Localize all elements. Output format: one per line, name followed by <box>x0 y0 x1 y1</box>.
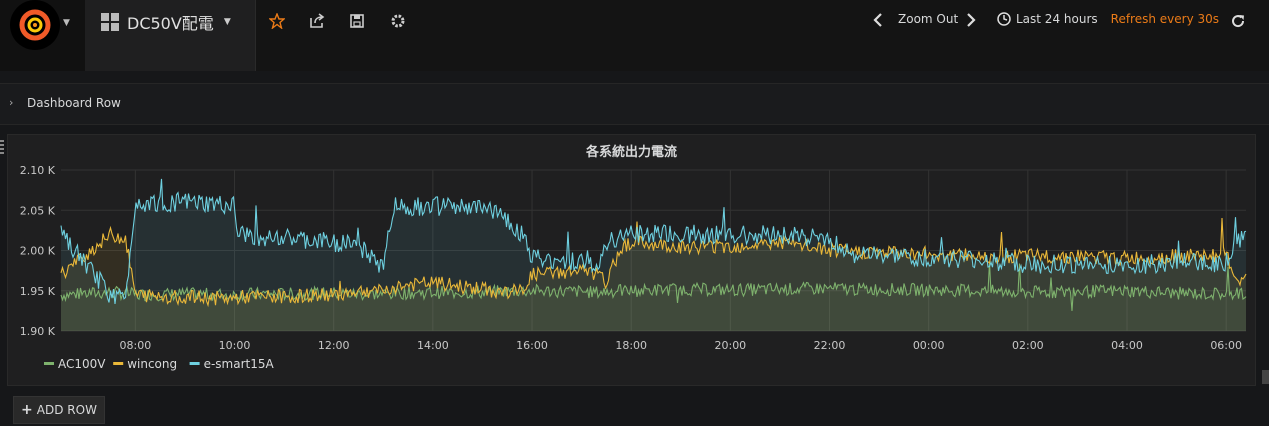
grid-icon <box>101 13 119 31</box>
star-button[interactable] <box>264 10 290 32</box>
chevron-right-icon <box>967 13 976 27</box>
chevron-right-icon: › <box>9 96 14 109</box>
chart-svg: 2.10 K 2.05 K 2.00 K 1.95 K 1.90 K 08:00 10:0… <box>20 164 1247 371</box>
grafana-logo-icon <box>19 9 51 41</box>
x-tick-label: 20:00 <box>714 339 746 352</box>
y-tick-label: 2.10 K <box>20 164 56 177</box>
legend-label: wincong <box>127 357 177 371</box>
top-navbar: ▼ DC50V配電 ▼ Zoom Out Last 24 hours Refre… <box>0 0 1269 71</box>
y-tick-label: 2.00 K <box>20 245 56 258</box>
dashboard-title[interactable]: DC50V配電 ▼ <box>101 10 231 34</box>
clock-icon <box>997 12 1011 26</box>
time-forward-button[interactable] <box>958 9 984 31</box>
chart-legend: AC100V wincong e-smart15A <box>44 357 275 371</box>
settings-button[interactable] <box>385 10 411 32</box>
x-tick-label: 00:00 <box>913 339 945 352</box>
x-tick-label: 22:00 <box>814 339 846 352</box>
zoom-out-label: Zoom Out <box>898 12 959 26</box>
y-tick-label: 1.95 K <box>20 285 56 298</box>
add-row-label: ADD ROW <box>36 403 97 417</box>
gear-icon <box>391 14 405 28</box>
x-tick-label: 16:00 <box>516 339 548 352</box>
legend-swatch <box>113 362 124 365</box>
y-tick-label: 1.90 K <box>20 325 56 338</box>
x-tick-label: 14:00 <box>417 339 449 352</box>
legend-swatch <box>189 362 200 365</box>
row-title: Dashboard Row <box>27 96 121 110</box>
y-tick-label: 2.05 K <box>20 204 56 217</box>
x-tick-label: 02:00 <box>1012 339 1044 352</box>
caret-down-icon: ▼ <box>223 17 231 27</box>
add-row-button[interactable]: + ADD ROW <box>13 396 105 424</box>
legend-label: AC100V <box>58 357 106 371</box>
time-back-button[interactable] <box>865 9 891 31</box>
graph-panel[interactable]: 各系統出力電流 2.10 K 2.05 K 2.00 K 1.95 K 1.90 K 0… <box>7 134 1256 386</box>
zoom-out-button[interactable]: Zoom Out <box>898 12 958 26</box>
save-button[interactable] <box>344 10 370 32</box>
legend-label: e-smart15A <box>204 357 275 371</box>
share-button[interactable] <box>304 10 330 32</box>
refresh-button[interactable] <box>1225 10 1251 32</box>
x-tick-label: 12:00 <box>318 339 350 352</box>
time-picker[interactable]: Last 24 hours Refresh every 30s <box>997 12 1219 26</box>
x-tick-label: 06:00 <box>1210 339 1242 352</box>
scrollbar[interactable] <box>1262 370 1269 384</box>
dashboard-row[interactable]: › Dashboard Row <box>0 83 1269 125</box>
series-area <box>61 178 1246 331</box>
x-tick-label: 04:00 <box>1111 339 1143 352</box>
dashboard-title-text: DC50V配電 <box>127 14 214 33</box>
plus-icon: + <box>21 402 33 418</box>
grafana-logo[interactable] <box>10 0 60 50</box>
legend-swatch <box>44 362 54 365</box>
x-tick-label: 18:00 <box>615 339 647 352</box>
x-axis-ticks: 08:00 10:00 12:00 14:00 16:00 18:00 20:00 22:00… <box>120 339 1242 352</box>
chart-areas <box>61 178 1246 331</box>
time-range-label: Last 24 hours <box>1016 12 1098 26</box>
share-icon <box>310 13 325 28</box>
y-axis-ticks: 2.10 K 2.05 K 2.00 K 1.95 K 1.90 K <box>20 164 56 338</box>
caret-down-icon[interactable]: ▼ <box>63 18 70 28</box>
star-icon <box>269 13 285 29</box>
refresh-icon <box>1232 15 1245 28</box>
refresh-interval-label: Refresh every 30s <box>1110 12 1220 26</box>
save-icon <box>350 14 364 28</box>
chevron-left-icon <box>873 13 882 27</box>
drag-handle[interactable] <box>0 140 4 154</box>
x-tick-label: 08:00 <box>120 339 152 352</box>
x-tick-label: 10:00 <box>219 339 251 352</box>
